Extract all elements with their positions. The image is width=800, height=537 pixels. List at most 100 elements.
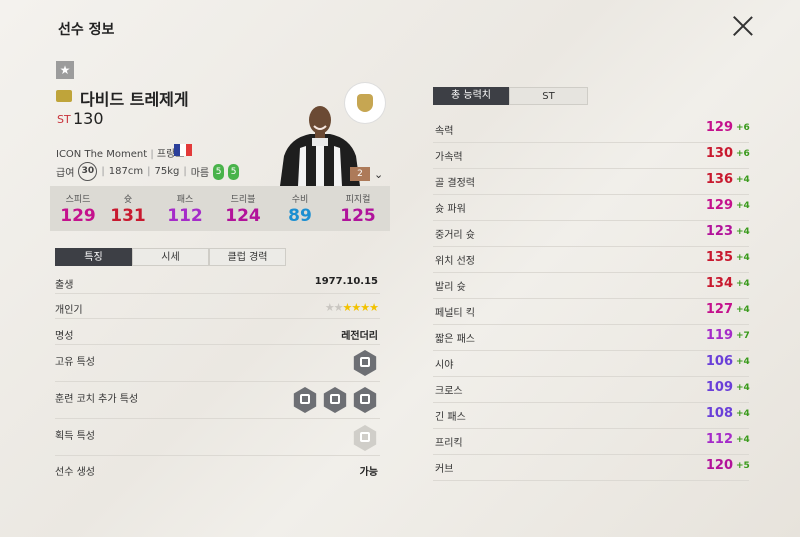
summary-stats-bar: 스피드 129 슛 131 패스 112 드리블 124 수비 89 피지컬 125 — [50, 186, 390, 231]
fame-label: 명성 — [55, 331, 74, 342]
attribute-label: 발리 슛 — [435, 282, 466, 293]
attribute-row: 위치 선정 135 +4 — [433, 246, 750, 273]
attribute-label: 골 결정력 — [435, 178, 475, 189]
right-tab-bar: 총 능력치 ST — [433, 87, 588, 105]
tab-traits[interactable]: 특징 — [55, 248, 132, 266]
acquire-trait-label: 획득 특성 — [55, 431, 95, 442]
attribute-value: 108 — [705, 406, 733, 421]
attribute-value: 129 — [705, 198, 733, 213]
player-overall: 130 — [73, 109, 104, 128]
summary-stat-dribbling: 드리블 124 — [225, 195, 261, 226]
attribute-label: 시야 — [435, 360, 454, 371]
detail-row-unique-trait: 고유 특성 — [55, 353, 380, 382]
attribute-bonus: +4 — [736, 279, 750, 289]
attribute-bonus: +4 — [736, 435, 750, 445]
attribute-label: 중거리 슛 — [435, 230, 475, 241]
fame-value: 레전더리 — [341, 331, 378, 342]
birth-label: 출생 — [55, 280, 74, 291]
attribute-row: 시야 106 +4 — [433, 350, 750, 377]
attribute-label: 크로스 — [435, 386, 463, 397]
attribute-bonus: +4 — [736, 305, 750, 315]
attribute-value: 123 — [705, 224, 733, 239]
attribute-row: 발리 슛 134 +4 — [433, 272, 750, 299]
attribute-bonus: +4 — [736, 409, 750, 419]
attribute-value: 120 — [705, 458, 733, 473]
detail-row-birth: 출생 1977.10.15 — [55, 276, 380, 294]
attribute-row: 크로스 109 +4 — [433, 376, 750, 403]
salary-badge: 30 — [78, 162, 98, 181]
generate-label: 선수 생성 — [55, 467, 95, 478]
height-value: 187cm — [108, 166, 144, 177]
attribute-bonus: +6 — [736, 123, 750, 133]
attribute-row: 커브 120 +5 — [433, 454, 750, 481]
attribute-label: 속력 — [435, 126, 454, 137]
page-title: 선수 정보 — [58, 22, 115, 38]
france-flag-icon — [174, 144, 192, 156]
attribute-row: 짧은 패스 119 +7 — [433, 324, 750, 351]
player-position: ST — [57, 113, 71, 126]
attribute-row: 긴 패스 108 +4 — [433, 402, 750, 429]
generate-value: 가능 — [359, 467, 378, 478]
attribute-label: 페널티 킥 — [435, 308, 475, 319]
summary-stat-speed: 스피드 129 — [60, 195, 96, 226]
attribute-value: 106 — [705, 354, 733, 369]
attribute-bonus: +4 — [736, 175, 750, 185]
summary-stat-passing: 패스 112 — [167, 195, 203, 226]
attribute-label: 커브 — [435, 464, 454, 475]
attribute-value: 119 — [705, 328, 733, 343]
left-tab-bar: 특징 시세 클럽 경력 — [55, 248, 286, 266]
attribute-bonus: +4 — [736, 357, 750, 367]
tab-club-history[interactable]: 클럽 경력 — [209, 248, 286, 266]
attribute-value: 134 — [705, 276, 733, 291]
chevron-down-icon[interactable]: ⌄ — [374, 168, 383, 181]
detail-row-skill: 개인기 ★★★★★★ — [55, 301, 380, 319]
tab-position-st[interactable]: ST — [509, 87, 588, 105]
enhance-level-badge[interactable]: 2 — [350, 167, 370, 181]
favorite-star-icon[interactable]: ★ — [56, 61, 74, 79]
attribute-value: 127 — [705, 302, 733, 317]
attribute-value: 136 — [705, 172, 733, 187]
attribute-bonus: +4 — [736, 253, 750, 263]
attribute-label: 슛 파워 — [435, 204, 466, 215]
detail-row-acquire-trait: 획득 특성 — [55, 427, 380, 456]
attribute-row: 중거리 슛 123 +4 — [433, 220, 750, 247]
attribute-label: 짧은 패스 — [435, 334, 475, 345]
season-label: ICON The Moment — [56, 149, 148, 160]
attribute-label: 가속력 — [435, 152, 463, 163]
player-name: 다비드 트레제게 — [80, 90, 189, 109]
build-value: 마름 — [190, 168, 210, 179]
attribute-value: 129 — [705, 120, 733, 135]
skill-stars: ★★★★★★ — [324, 301, 379, 314]
attribute-row: 슛 파워 129 +4 — [433, 194, 750, 221]
attribute-bonus: +4 — [736, 227, 750, 237]
tab-total-stats[interactable]: 총 능력치 — [433, 87, 509, 105]
detail-row-generate: 선수 생성 가능 — [55, 463, 380, 480]
icon-season-badge-icon — [56, 90, 72, 102]
detail-row-fame: 명성 레전더리 — [55, 327, 380, 345]
left-foot-badge: 5 — [213, 163, 225, 180]
attribute-label: 위치 선정 — [435, 256, 475, 267]
summary-stat-physical: 피지컬 125 — [340, 195, 376, 226]
tab-market[interactable]: 시세 — [132, 248, 209, 266]
summary-stat-shooting: 슛 131 — [110, 195, 146, 226]
right-foot-badge: 5 — [228, 163, 240, 180]
attribute-bonus: +7 — [736, 331, 750, 341]
player-meta: 급여 30 | 187cm | 75kg | 마름 5 5 — [56, 162, 240, 181]
attribute-row: 속력 129 +6 — [433, 116, 750, 143]
attribute-row: 골 결정력 136 +4 — [433, 168, 750, 195]
attribute-value: 109 — [705, 380, 733, 395]
birth-value: 1977.10.15 — [314, 276, 378, 287]
salary-label: 급여 — [56, 168, 75, 179]
attribute-bonus: +5 — [736, 461, 750, 471]
attribute-bonus: +6 — [736, 149, 750, 159]
coach-trait-label: 훈련 코치 추가 특성 — [55, 394, 139, 405]
attribute-row: 가속력 130 +6 — [433, 142, 750, 169]
attribute-bonus: +4 — [736, 383, 750, 393]
unique-trait-label: 고유 특성 — [55, 357, 95, 368]
attribute-value: 112 — [705, 432, 733, 447]
skill-label: 개인기 — [55, 305, 83, 316]
attribute-row: 프리킥 112 +4 — [433, 428, 750, 455]
attribute-value: 135 — [705, 250, 733, 265]
close-icon[interactable] — [732, 15, 754, 37]
attribute-bonus: +4 — [736, 201, 750, 211]
